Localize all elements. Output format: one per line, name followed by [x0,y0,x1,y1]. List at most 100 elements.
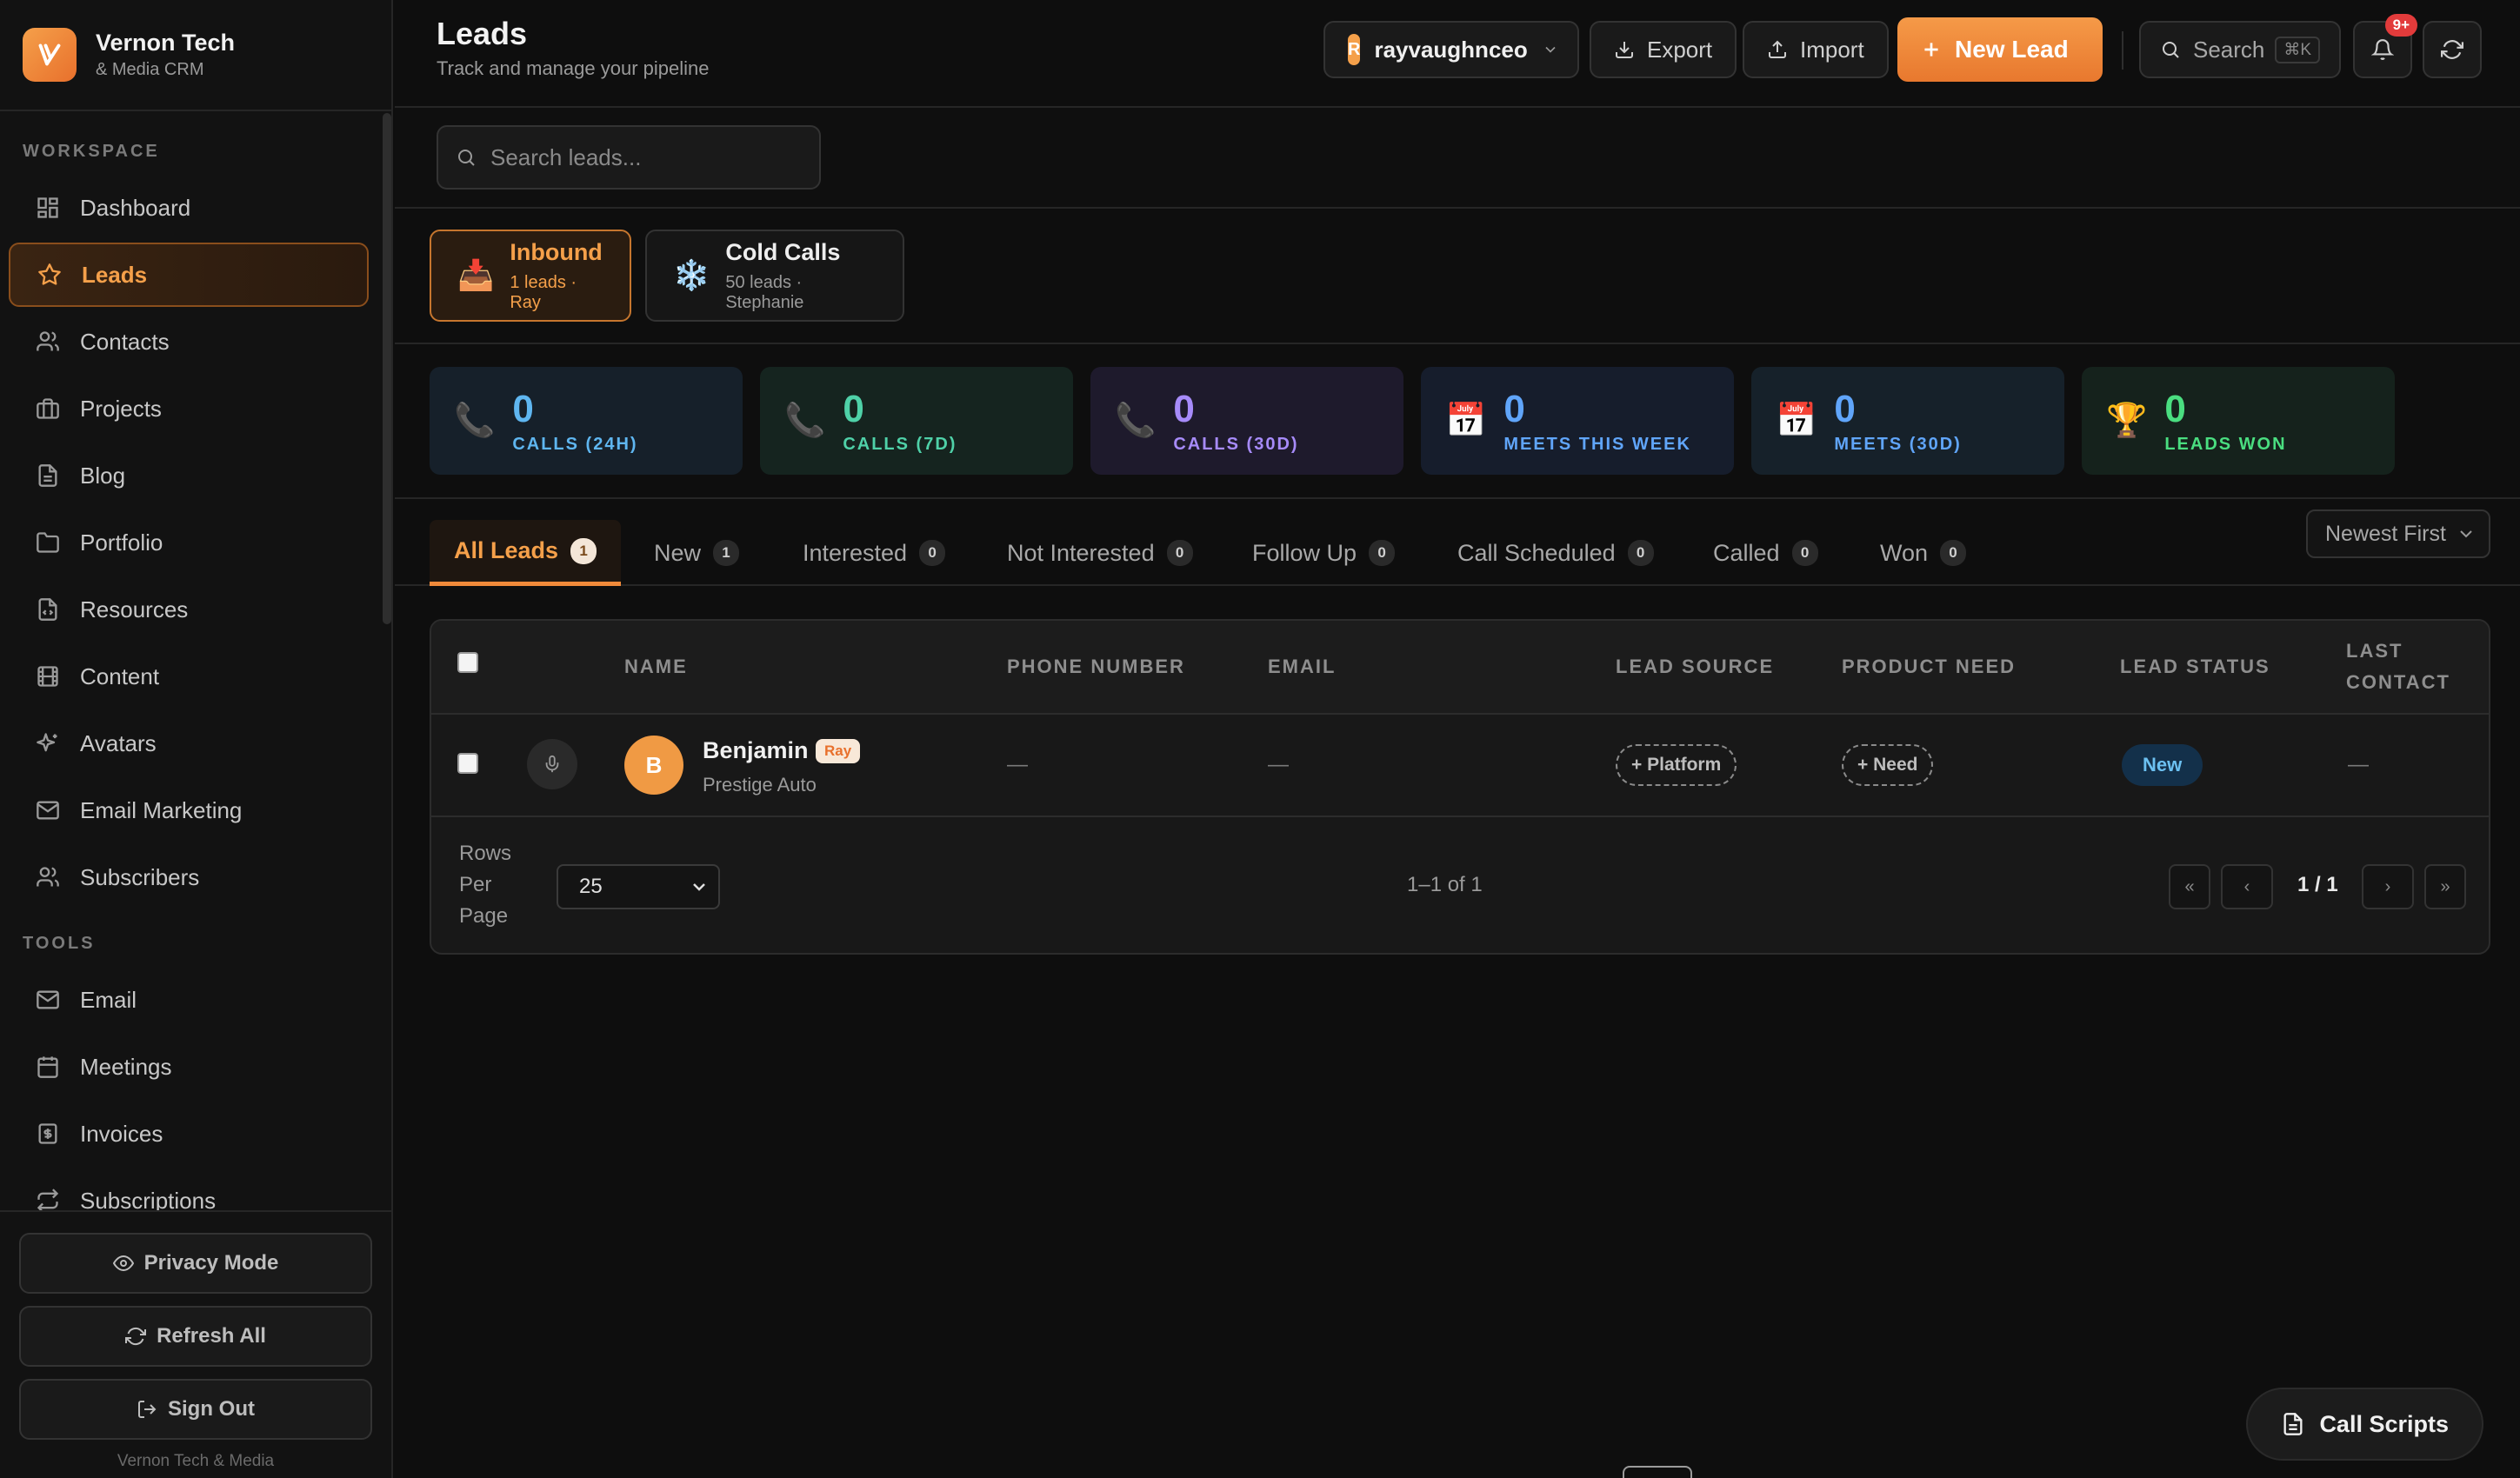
privacy-mode-button[interactable]: Privacy Mode [19,1233,372,1294]
tab-label: Called [1713,539,1780,566]
sidebar-item-label: Avatars [80,729,157,756]
column-lead-source[interactable]: LEAD SOURCE [1616,656,1774,678]
tab-not-interested[interactable]: Not Interested 0 [983,520,1217,586]
chevron-down-icon [689,876,710,897]
stat-card-calls-7d: 📞 0 CALLS (7D) [760,367,1073,475]
mail-icon [35,797,61,823]
sidebar-item-projects[interactable]: Projects [9,376,369,441]
account-switcher[interactable]: R rayvaughnceo [1323,21,1579,78]
mail-icon [35,987,61,1013]
stat-value: 0 [1834,387,1856,430]
tab-follow-up[interactable]: Follow Up 0 [1228,520,1419,586]
tab-count: 0 [1791,540,1818,566]
main-content: Leads Track and manage your pipeline R r… [395,0,2520,1478]
avatar: B [624,736,683,795]
sort-select[interactable]: Newest First [2306,509,2490,558]
plus-icon [1920,38,1943,61]
sidebar-item-subscriptions[interactable]: Subscriptions [9,1168,369,1210]
logo-icon [23,28,77,82]
refresh-button[interactable] [2423,21,2482,78]
status-badge[interactable]: New [2122,744,2203,786]
sidebar-scrollbar[interactable] [383,113,391,624]
sign-out-button[interactable]: Sign Out [19,1379,372,1440]
stat-label: MEETS (30D) [1834,434,1962,454]
trophy-icon: 🏆 [2106,403,2148,439]
header-divider [2122,31,2123,70]
sidebar-item-label: Dashboard [80,194,191,221]
add-need-button[interactable]: + Need [1842,744,1934,786]
export-button[interactable]: Export [1590,21,1737,78]
record-call-button[interactable] [527,739,577,789]
users-icon [35,329,61,355]
campaign-meta: 50 leads · Stephanie [725,272,804,312]
export-label: Export [1647,36,1713,63]
tab-call-scheduled[interactable]: Call Scheduled 0 [1433,520,1678,586]
sidebar-item-email-marketing[interactable]: Email Marketing [9,778,369,842]
column-email[interactable]: EMAIL [1268,656,1336,678]
sidebar-item-contacts[interactable]: Contacts [9,310,369,374]
sidebar-item-resources[interactable]: Resources [9,577,369,642]
logout-icon [137,1399,157,1420]
brand[interactable]: Vernon Tech & Media CRM [0,0,391,111]
drawer-handle[interactable] [1623,1466,1692,1478]
brand-name: Vernon Tech [96,30,236,56]
search-leads-input[interactable]: Search leads... [437,125,821,190]
prev-page-button[interactable]: ‹ [2221,864,2273,909]
column-last-contact[interactable]: LAST CONTACT [2346,640,2450,694]
import-button[interactable]: Import [1743,21,1889,78]
notifications-button[interactable]: 9+ [2353,14,2417,78]
stats-row: 📞 0 CALLS (24H) 📞 0 CALLS (7D) 📞 0 CALLS (3… [395,344,2520,499]
notifications-badge: 9+ [2384,14,2417,37]
call-scripts-button[interactable]: Call Scripts [2246,1388,2483,1461]
leads-table: NAME PHONE NUMBER EMAIL LEAD SOURCE PROD… [430,619,2490,955]
privacy-mode-label: Privacy Mode [143,1251,279,1275]
column-product-need[interactable]: PRODUCT NEED [1842,656,2016,678]
sidebar-item-email[interactable]: Email [9,968,369,1032]
sidebar-item-content[interactable]: Content [9,644,369,709]
rows-per-page-select[interactable]: 25 [557,864,720,909]
refresh-all-button[interactable]: Refresh All [19,1306,372,1367]
file-code-icon [35,596,61,622]
phone-icon: 📞 [1115,403,1157,439]
column-phone[interactable]: PHONE NUMBER [1007,656,1185,678]
section-workspace: WORKSPACE [23,142,160,161]
sidebar-item-invoices[interactable]: Invoices [9,1102,369,1166]
campaign-meta: 1 leads · Ray [510,272,577,312]
campaign-cold-calls[interactable]: ❄️ Cold Calls 50 leads · Stephanie [645,230,904,322]
sidebar-item-portfolio[interactable]: Portfolio [9,510,369,575]
sidebar-item-leads[interactable]: Leads [9,243,369,307]
tab-interested[interactable]: Interested 0 [778,520,970,586]
next-page-button[interactable]: › [2362,864,2414,909]
select-all-checkbox[interactable] [457,652,478,673]
tab-label: Call Scheduled [1457,539,1616,566]
global-search-button[interactable]: Search ⌘K [2139,21,2341,78]
last-page-button[interactable]: » [2424,864,2466,909]
tab-all-leads[interactable]: All Leads 1 [430,520,622,586]
tab-won[interactable]: Won 0 [1856,520,1990,586]
page-title: Leads [437,16,528,51]
sidebar: Vernon Tech & Media CRM WORKSPACE Dashbo… [0,0,393,1478]
search-bar: Search leads... [395,108,2520,209]
table-row[interactable]: B Benjamin Ray Prestige Auto — — + Platf… [431,715,2489,817]
stat-value: 0 [1503,387,1525,430]
new-lead-button[interactable]: New Lead [1897,17,2103,82]
sidebar-item-label: Subscribers [80,863,200,890]
lead-name[interactable]: Benjamin [703,737,809,764]
sidebar-item-avatars[interactable]: Avatars [9,711,369,776]
page-indicator: 1 / 1 [2297,873,2338,896]
sidebar-item-dashboard[interactable]: Dashboard [9,176,369,240]
add-platform-button[interactable]: + Platform [1616,744,1737,786]
column-name[interactable]: NAME [624,656,688,678]
sidebar-item-meetings[interactable]: Meetings [9,1035,369,1099]
tab-new[interactable]: New 1 [630,520,763,586]
sidebar-item-subscribers[interactable]: Subscribers [9,845,369,909]
tab-called[interactable]: Called 0 [1689,520,1843,586]
sparkles-icon [35,730,61,756]
column-lead-status[interactable]: LEAD STATUS [2120,656,2270,678]
first-page-button[interactable]: « [2169,864,2210,909]
row-checkbox[interactable] [457,753,478,774]
document-icon [2281,1412,2305,1436]
sidebar-item-label: Content [80,662,160,689]
campaign-inbound[interactable]: 📥 Inbound 1 leads · Ray [430,230,631,322]
sidebar-item-blog[interactable]: Blog [9,443,369,508]
